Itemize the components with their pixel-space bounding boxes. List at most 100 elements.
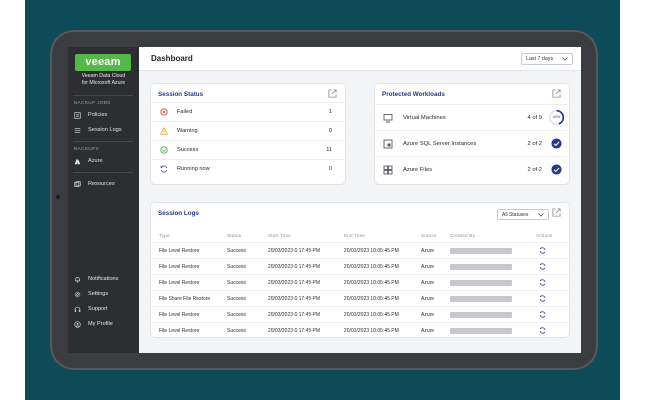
cell-end-time: 20/03/2023 10:05:45 PM xyxy=(344,279,399,286)
status-label: Running now xyxy=(177,166,210,172)
table-row[interactable]: File Share File Restore Success 20/03/2023… xyxy=(151,290,569,306)
cell-source: Azure xyxy=(421,263,435,270)
external-link-icon[interactable] xyxy=(552,89,561,98)
table-row[interactable]: File Level Restore Success 20/03/2023 6:17… xyxy=(151,322,569,338)
sidebar-item-session-logs[interactable]: Session Logs xyxy=(73,124,135,136)
status-label: Warning xyxy=(177,128,198,134)
card-title: Session Status xyxy=(158,91,204,98)
sidebar-item-label: Notifications xyxy=(88,276,119,282)
status-row-running[interactable]: Running now 0 xyxy=(151,159,345,178)
cell-status: Success xyxy=(227,295,246,302)
column-header-actions: Actions xyxy=(536,233,553,238)
headset-icon xyxy=(73,305,82,314)
column-header-start-time[interactable]: Start Time xyxy=(268,233,291,238)
card-title: Session Logs xyxy=(158,210,199,217)
column-header-end-time[interactable]: End Time xyxy=(344,233,365,238)
status-count: 0 xyxy=(328,166,332,172)
status-filter-select[interactable]: All Statuses xyxy=(497,209,549,220)
sidebar-item-support[interactable]: Support xyxy=(73,303,135,315)
workload-row-files[interactable]: Azure Files 2 of 2 xyxy=(375,156,569,182)
sidebar-item-label: My Profile xyxy=(88,321,113,327)
workload-label: Virtual Machines xyxy=(403,114,446,121)
cell-type: File Share File Restore xyxy=(159,295,211,302)
workload-label: Azure SQL Server Instances xyxy=(403,140,477,147)
column-header-source[interactable]: Source xyxy=(421,233,437,238)
workload-count: 2 of 2 xyxy=(527,140,542,147)
sidebar: veeam Veeam Data Cloud for Microsoft Azu… xyxy=(68,47,139,353)
cell-status: Success xyxy=(227,247,246,254)
workload-row-sql[interactable]: Azure SQL Server Instances 2 of 2 xyxy=(375,130,569,156)
status-count: 1 xyxy=(328,109,332,115)
cell-source: Azure xyxy=(421,295,435,302)
cell-end-time: 20/03/2023 10:05:45 PM xyxy=(344,311,399,318)
cell-start-time: 20/03/2023 6:17:45 PM xyxy=(268,311,320,318)
refresh-icon[interactable] xyxy=(539,279,546,286)
sidebar-item-notifications[interactable]: Notifications xyxy=(73,273,135,285)
refresh-icon[interactable] xyxy=(539,247,546,254)
table-row[interactable]: File Level Restore Success 20/03/2023 6:17… xyxy=(151,258,569,274)
sidebar-item-label: Session Logs xyxy=(88,127,122,133)
cell-status: Success xyxy=(227,327,246,334)
status-row-failed[interactable]: Failed 1 xyxy=(151,102,345,121)
app-screen: veeam Veeam Data Cloud for Microsoft Azu… xyxy=(68,47,581,353)
cell-start-time: 20/03/2023 6:17:45 PM xyxy=(268,295,320,302)
workload-row-vms[interactable]: Virtual Machines 4 of 9 44% xyxy=(375,104,569,130)
table-row[interactable]: File Level Restore Success 20/03/2023 6:17… xyxy=(151,306,569,322)
divider xyxy=(73,141,133,142)
check-circle-icon xyxy=(551,138,562,149)
status-count: 11 xyxy=(326,147,332,153)
cell-status: Success xyxy=(227,263,246,270)
status-row-warning[interactable]: Warning 0 xyxy=(151,121,345,140)
created-by-redacted xyxy=(450,327,512,334)
azure-icon xyxy=(73,157,82,166)
progress-ring: 44% xyxy=(548,109,565,126)
section-label-backups: BACKUPS xyxy=(74,147,100,152)
success-icon xyxy=(159,146,168,155)
refresh-icon[interactable] xyxy=(539,263,546,270)
virtual-machine-icon xyxy=(383,113,393,122)
cell-source: Azure xyxy=(421,247,435,254)
warning-icon xyxy=(159,127,168,136)
status-filter-value: All Statuses xyxy=(502,211,529,218)
cell-status: Success xyxy=(227,279,246,286)
cell-source: Azure xyxy=(421,279,435,286)
sql-icon xyxy=(383,139,393,148)
cell-start-time: 20/03/2023 6:17:45 PM xyxy=(268,247,320,254)
main-content: Dashboard Last 7 days Session Status Fai… xyxy=(139,47,581,353)
cell-start-time: 20/03/2023 6:17:45 PM xyxy=(268,263,320,270)
column-header-type[interactable]: Type xyxy=(159,233,170,238)
sidebar-item-settings[interactable]: Settings xyxy=(73,288,135,300)
veeam-logo[interactable]: veeam xyxy=(75,54,131,71)
cell-source: Azure xyxy=(421,311,435,318)
cell-source: Azure xyxy=(421,327,435,334)
failed-icon xyxy=(159,108,168,117)
date-range-value: Last 7 days xyxy=(526,56,554,62)
status-row-success[interactable]: Success 11 xyxy=(151,140,345,159)
table-row[interactable]: File Level Restore Success 20/03/2023 6:17… xyxy=(151,274,569,290)
table-row[interactable]: File Level Restore Success 20/03/2023 6:17… xyxy=(151,242,569,258)
status-count: 0 xyxy=(328,128,332,134)
sidebar-item-label: Resources xyxy=(88,181,115,187)
running-icon xyxy=(159,165,168,174)
chevron-down-icon xyxy=(562,57,568,61)
sidebar-item-policies[interactable]: Policies xyxy=(73,109,135,121)
refresh-icon[interactable] xyxy=(539,327,546,334)
user-icon xyxy=(73,320,82,329)
external-link-icon[interactable] xyxy=(328,89,337,98)
sidebar-item-resources[interactable]: Resources xyxy=(73,178,135,190)
cell-end-time: 20/03/2023 10:05:45 PM xyxy=(344,247,399,254)
cell-start-time: 20/03/2023 6:17:45 PM xyxy=(268,279,320,286)
progress-label: 44% xyxy=(552,115,561,119)
external-link-icon[interactable] xyxy=(552,208,561,217)
camera-dot xyxy=(56,195,60,199)
session-logs-card: Session Logs All Statuses Type Status St… xyxy=(151,203,569,337)
resources-icon xyxy=(73,180,82,189)
date-range-select[interactable]: Last 7 days xyxy=(521,53,573,65)
sidebar-item-my-profile[interactable]: My Profile xyxy=(73,318,135,330)
refresh-icon[interactable] xyxy=(539,295,546,302)
sidebar-item-azure[interactable]: Azure xyxy=(73,155,135,167)
column-header-status[interactable]: Status xyxy=(227,233,241,238)
refresh-icon[interactable] xyxy=(539,311,546,318)
column-header-created-by[interactable]: Created By xyxy=(450,233,475,238)
cell-status: Success xyxy=(227,311,246,318)
